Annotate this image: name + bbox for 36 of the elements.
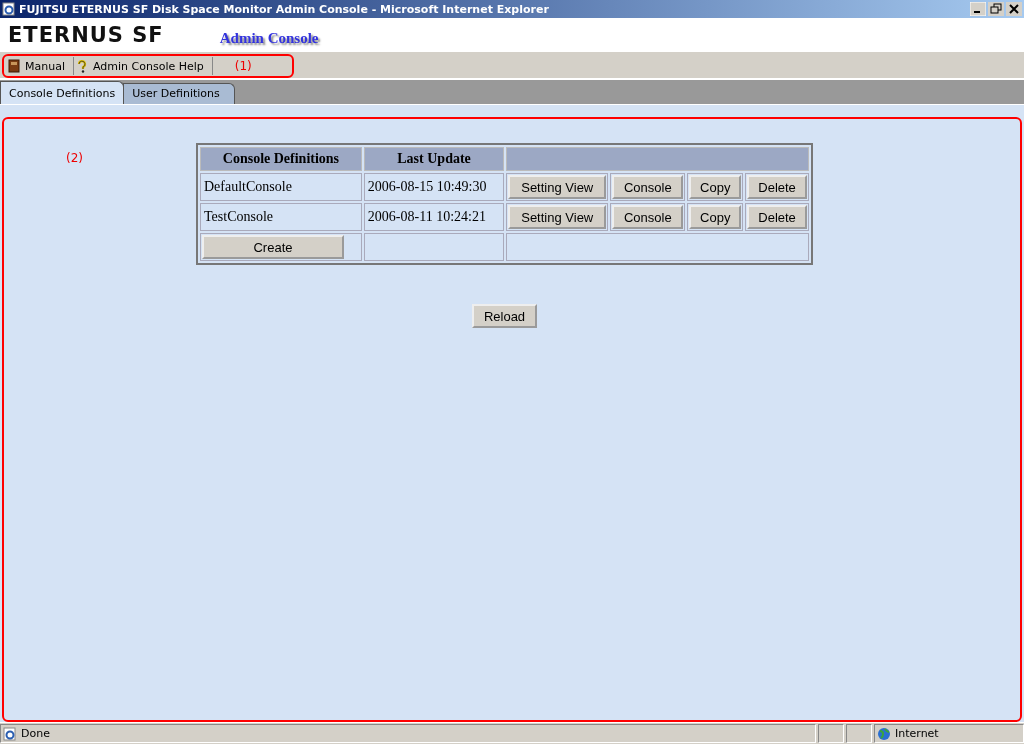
toolbar-link[interactable]: Manual: [6, 57, 74, 75]
table-cell: 2006-08-15 10:49:30: [363, 173, 505, 201]
annotation-label: (1): [234, 59, 252, 73]
window-title: FUJITSU ETERNUS SF Disk Space Monitor Admin Console - Microsoft Internet Explorer: [19, 2, 549, 16]
table-cell: TestConsole: [200, 203, 362, 231]
page-subtitle: Admin Console: [219, 28, 319, 47]
column-header: Console Definitions: [200, 147, 362, 171]
logo: ETERNUS SF: [8, 23, 164, 47]
status-pane: [846, 724, 872, 743]
toolbar-link[interactable]: Admin Console Help: [74, 57, 213, 75]
browser-icon: [2, 2, 16, 16]
action-button[interactable]: Setting View: [508, 205, 607, 229]
action-button[interactable]: Copy: [689, 175, 742, 199]
action-button[interactable]: Delete: [747, 175, 807, 199]
annotation-label: (2): [66, 151, 83, 165]
column-header: Last Update: [363, 147, 505, 171]
close-icon[interactable]: [1006, 2, 1022, 16]
create-button[interactable]: Create: [202, 235, 344, 259]
status-pane: [818, 724, 844, 743]
reload-button[interactable]: Reload: [471, 304, 538, 328]
action-button[interactable]: Delete: [747, 205, 807, 229]
tab[interactable]: Console Definitions: [0, 81, 125, 104]
table-cell: 2006-08-11 10:24:21: [363, 203, 505, 231]
help-icon: [76, 59, 88, 73]
minimize-icon[interactable]: [970, 2, 986, 16]
table-cell: DefaultConsole: [200, 173, 362, 201]
action-button[interactable]: Console: [612, 205, 684, 229]
action-button[interactable]: Console: [612, 175, 684, 199]
status-text: Done: [21, 727, 50, 740]
action-button[interactable]: Setting View: [508, 175, 607, 199]
book-icon: [8, 59, 20, 73]
restore-icon[interactable]: [988, 2, 1004, 16]
globe-icon: [877, 726, 891, 741]
zone-text: Internet: [895, 727, 939, 740]
tab[interactable]: User Definitions: [123, 83, 235, 104]
action-button[interactable]: Copy: [689, 205, 742, 229]
